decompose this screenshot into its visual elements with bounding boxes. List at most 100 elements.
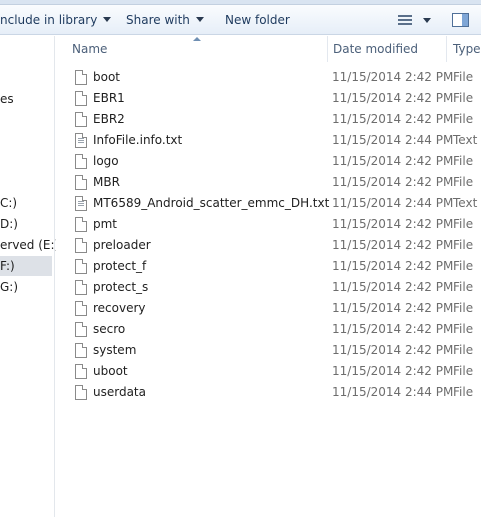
file-row[interactable]: system 11/15/2014 2:42 PM File: [56, 340, 481, 361]
sort-ascending-icon: [193, 37, 201, 41]
file-type: File: [453, 217, 474, 231]
file-row[interactable]: EBR2 11/15/2014 2:42 PM File: [56, 109, 481, 130]
file-date-modified: 11/15/2014 2:42 PM: [332, 175, 454, 189]
file-date-modified: 11/15/2014 2:44 PM: [332, 196, 454, 210]
file-name: protect_f: [93, 259, 147, 273]
nav-item-libraries[interactable]: es: [0, 89, 14, 109]
file-date-modified: 11/15/2014 2:42 PM: [332, 238, 454, 252]
include-in-library-button[interactable]: nclude in library: [0, 5, 112, 35]
file-icon: [75, 70, 87, 85]
file-date-modified: 11/15/2014 2:44 PM: [332, 133, 454, 147]
file-icon: [75, 238, 87, 253]
file-icon: [75, 322, 87, 337]
file-row[interactable]: protect_f 11/15/2014 2:42 PM File: [56, 256, 481, 277]
file-name: uboot: [93, 364, 128, 378]
file-type: File: [453, 175, 474, 189]
new-folder-button[interactable]: New folder: [225, 5, 290, 35]
file-name: pmt: [93, 217, 118, 231]
file-row[interactable]: userdata 11/15/2014 2:44 PM File: [56, 382, 481, 403]
column-header-date-modified[interactable]: Date modified: [333, 36, 418, 63]
file-type: File: [453, 112, 474, 126]
file-type: File: [453, 343, 474, 357]
file-date-modified: 11/15/2014 2:42 PM: [332, 364, 454, 378]
file-icon: [75, 91, 87, 106]
file-row[interactable]: EBR1 11/15/2014 2:42 PM File: [56, 88, 481, 109]
file-type: File: [453, 364, 474, 378]
file-row[interactable]: uboot 11/15/2014 2:42 PM File: [56, 361, 481, 382]
file-type: File: [453, 238, 474, 252]
file-icon: [75, 175, 87, 190]
file-name: boot: [93, 70, 121, 84]
file-type: Text D: [453, 196, 481, 210]
file-row[interactable]: MT6589_Android_scatter_emmc_DH.txt 11/15/…: [56, 193, 481, 214]
column-header-name[interactable]: Name: [72, 36, 107, 63]
column-divider[interactable]: [446, 36, 447, 62]
chevron-down-icon: [103, 17, 112, 22]
file-date-modified: 11/15/2014 2:42 PM: [332, 91, 454, 105]
file-type: File: [453, 259, 474, 273]
file-name: recovery: [93, 301, 146, 315]
file-date-modified: 11/15/2014 2:42 PM: [332, 343, 454, 357]
share-with-label: Share with: [126, 13, 190, 27]
file-type: File: [453, 70, 474, 84]
file-icon: [75, 364, 87, 379]
include-in-library-label: nclude in library: [0, 13, 98, 27]
file-row[interactable]: recovery 11/15/2014 2:42 PM File: [56, 298, 481, 319]
file-date-modified: 11/15/2014 2:42 PM: [332, 154, 454, 168]
view-options-chevron-down-icon[interactable]: [423, 18, 431, 23]
column-header-type[interactable]: Type: [453, 36, 481, 63]
file-date-modified: 11/15/2014 2:42 PM: [332, 217, 454, 231]
file-type: File: [453, 385, 474, 399]
navigation-pane: es C:) D:) erved (E:) F:) G:): [0, 36, 59, 517]
column-divider[interactable]: [327, 36, 328, 62]
file-name: secro: [93, 322, 126, 336]
file-name: logo: [93, 154, 119, 168]
file-row[interactable]: preloader 11/15/2014 2:42 PM File: [56, 235, 481, 256]
file-date-modified: 11/15/2014 2:44 PM: [332, 385, 454, 399]
file-icon: [75, 385, 87, 400]
file-row[interactable]: boot 11/15/2014 2:42 PM File: [56, 67, 481, 88]
file-list: Name Date modified Type boot 11/15/2014 2…: [56, 36, 481, 517]
file-name: EBR1: [93, 91, 125, 105]
file-row[interactable]: InfoFile.info.txt 11/15/2014 2:44 PM Text …: [56, 130, 481, 151]
share-with-button[interactable]: Share with: [126, 5, 204, 35]
file-date-modified: 11/15/2014 2:42 PM: [332, 280, 454, 294]
file-name: MBR: [93, 175, 120, 189]
nav-item-drive-e[interactable]: erved (E:): [0, 235, 59, 255]
file-row[interactable]: MBR 11/15/2014 2:42 PM File: [56, 172, 481, 193]
text-file-icon: [75, 196, 87, 211]
file-name: EBR2: [93, 112, 125, 126]
nav-item-drive-d[interactable]: D:): [0, 214, 18, 234]
file-row[interactable]: secro 11/15/2014 2:42 PM File: [56, 319, 481, 340]
chevron-down-icon: [195, 17, 204, 22]
nav-item-drive-c[interactable]: C:): [0, 193, 17, 213]
file-icon: [75, 301, 87, 316]
file-row[interactable]: logo 11/15/2014 2:42 PM File: [56, 151, 481, 172]
file-type: File: [453, 91, 474, 105]
command-bar: nclude in library Share with New folder: [0, 5, 481, 35]
file-name: InfoFile.info.txt: [93, 133, 183, 147]
file-name: protect_s: [93, 280, 149, 294]
file-type: File: [453, 322, 474, 336]
file-name: preloader: [93, 238, 151, 252]
file-icon: [75, 343, 87, 358]
file-row[interactable]: pmt 11/15/2014 2:42 PM File: [56, 214, 481, 235]
file-row[interactable]: protect_s 11/15/2014 2:42 PM File: [56, 277, 481, 298]
file-type: File: [453, 280, 474, 294]
file-type: File: [453, 301, 474, 315]
file-name: system: [93, 343, 137, 357]
preview-pane-icon[interactable]: [452, 13, 469, 27]
file-date-modified: 11/15/2014 2:42 PM: [332, 301, 454, 315]
file-icon: [75, 280, 87, 295]
file-date-modified: 11/15/2014 2:42 PM: [332, 112, 454, 126]
nav-item-drive-g[interactable]: G:): [0, 277, 18, 297]
file-type: Text D: [453, 133, 481, 147]
change-view-icon[interactable]: [398, 15, 412, 26]
nav-item-drive-f[interactable]: F:): [0, 256, 52, 276]
file-date-modified: 11/15/2014 2:42 PM: [332, 259, 454, 273]
file-icon: [75, 154, 87, 169]
text-file-icon: [75, 133, 87, 148]
file-icon: [75, 259, 87, 274]
new-folder-label: New folder: [225, 13, 290, 27]
file-date-modified: 11/15/2014 2:42 PM: [332, 322, 454, 336]
